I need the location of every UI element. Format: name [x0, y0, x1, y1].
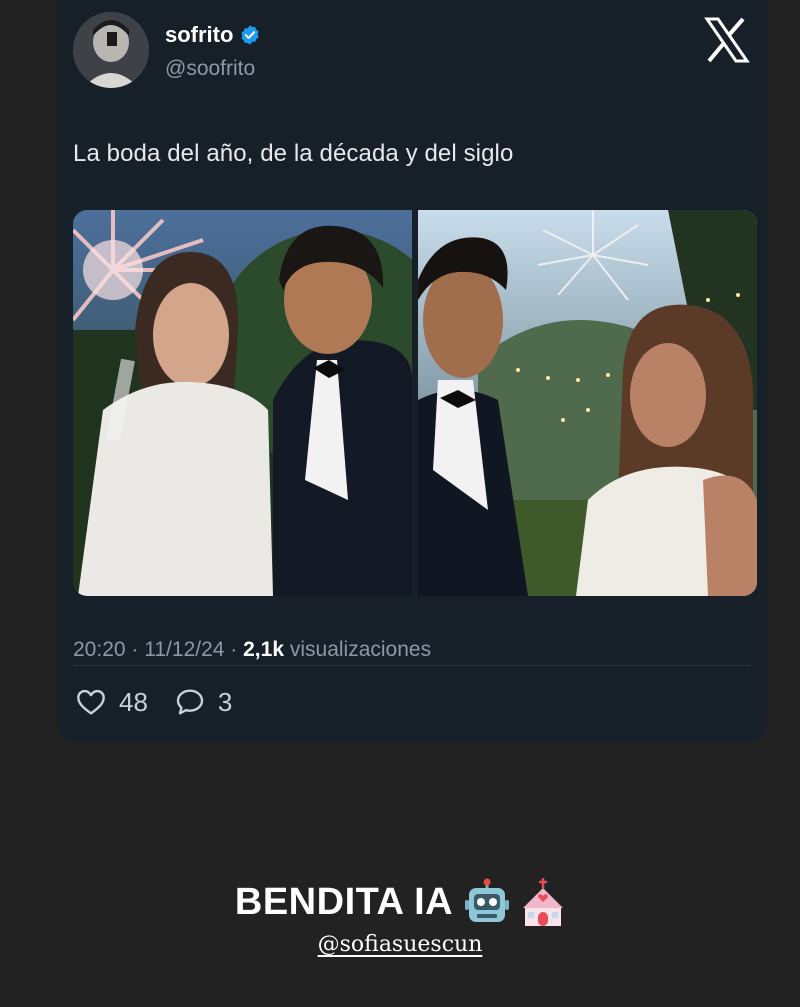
caption-text: BENDITA IA — [234, 880, 454, 923]
wedding-photo-right[interactable] — [418, 210, 757, 596]
reply-count: 3 — [217, 686, 233, 717]
tweet-text: La boda del año, de la década y del sigl… — [73, 140, 514, 167]
tweet-card[interactable]: sofrito @soofrito La boda del año, de la… — [57, 0, 767, 742]
views-label: visualizaciones — [289, 638, 432, 661]
reply-button[interactable]: 3 — [174, 686, 232, 718]
like-count: 48 — [119, 686, 148, 717]
verified-badge-icon — [241, 25, 260, 45]
mention-sticker[interactable]: @sofiasuescun — [0, 932, 800, 957]
x-logo-icon — [704, 17, 750, 63]
mention-text[interactable]: @sofiasuescun — [318, 932, 483, 957]
like-button[interactable]: 48 — [75, 686, 148, 718]
story-caption: BENDITA IA — [0, 878, 800, 926]
tweet-time: 20:20 — [73, 638, 126, 661]
wedding-photo-left[interactable] — [73, 210, 412, 596]
tweet-date: 11/12/24 — [144, 638, 225, 661]
wedding-chapel-emoji-icon — [521, 878, 565, 926]
reply-icon — [176, 689, 204, 715]
heart-icon — [77, 689, 105, 715]
tweet-actions: 48 3 — [75, 686, 258, 718]
divider — [73, 665, 751, 666]
tweet-media[interactable] — [73, 210, 757, 596]
display-name-text[interactable]: sofrito — [165, 22, 233, 48]
user-handle[interactable]: @soofrito — [165, 57, 255, 81]
meta-separator: · — [131, 638, 139, 661]
avatar[interactable] — [73, 12, 149, 88]
meta-separator: · — [230, 638, 238, 661]
display-name[interactable]: sofrito — [165, 22, 261, 48]
tweet-meta: 20:20 · 11/12/24 · 2,1k visualizaciones — [73, 638, 431, 662]
robot-emoji-icon — [465, 878, 510, 926]
views-count: 2,1k — [243, 638, 284, 661]
